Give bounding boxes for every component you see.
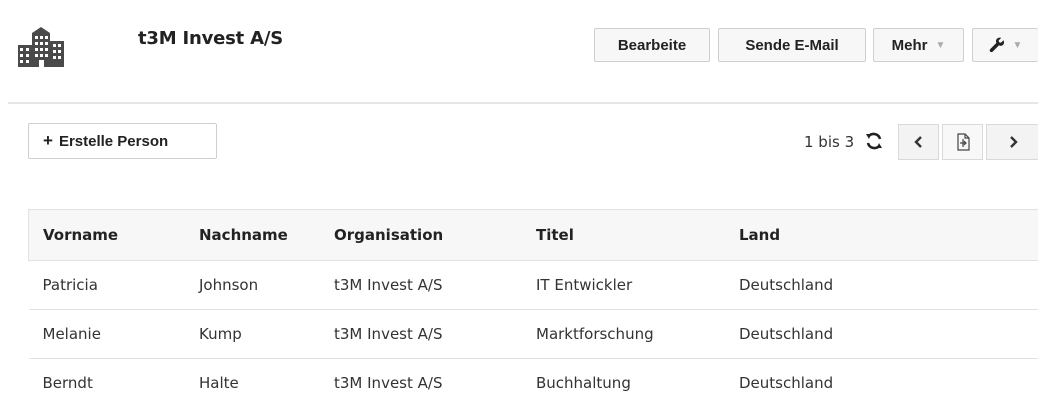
page-title: t3M Invest A/S xyxy=(138,28,283,49)
header-divider xyxy=(8,102,1038,104)
column-header-nachname[interactable]: Nachname xyxy=(185,210,320,261)
cell-nachname: Kump xyxy=(185,310,320,359)
caret-down-icon: ▼ xyxy=(1013,40,1023,51)
edit-button[interactable]: Bearbeite xyxy=(594,28,710,62)
column-header-land[interactable]: Land xyxy=(725,210,1038,261)
previous-page-button[interactable] xyxy=(898,124,939,160)
column-header-vorname[interactable]: Vorname xyxy=(29,210,186,261)
refresh-icon[interactable] xyxy=(864,131,884,151)
people-table: Vorname Nachname Organisation Titel Land… xyxy=(28,209,1038,408)
cell-land: Deutschland xyxy=(725,261,1038,310)
cell-organisation: t3M Invest A/S xyxy=(320,310,522,359)
export-icon xyxy=(955,133,971,151)
chevron-left-icon xyxy=(914,136,924,148)
send-email-button-label: Sende E-Mail xyxy=(745,37,838,54)
cell-titel: IT Entwickler xyxy=(522,261,725,310)
cell-vorname: Berndt xyxy=(29,359,186,408)
pagination-range: 1 bis 3 xyxy=(804,133,854,151)
table-header-row: Vorname Nachname Organisation Titel Land xyxy=(29,210,1038,261)
cell-vorname: Melanie xyxy=(29,310,186,359)
wrench-icon xyxy=(989,37,1005,53)
cell-land: Deutschland xyxy=(725,310,1038,359)
chevron-right-icon xyxy=(1008,136,1018,148)
edit-button-label: Bearbeite xyxy=(618,37,686,54)
table-row[interactable]: Berndt Halte t3M Invest A/S Buchhaltung … xyxy=(29,359,1038,408)
cell-vorname: Patricia xyxy=(29,261,186,310)
record-header: t3M Invest A/S Bearbeite Sende E-Mail Me… xyxy=(0,0,1038,103)
plus-icon: + xyxy=(43,131,53,151)
table-row[interactable]: Melanie Kump t3M Invest A/S Marktforschu… xyxy=(29,310,1038,359)
next-page-button[interactable] xyxy=(986,124,1038,160)
cell-land: Deutschland xyxy=(725,359,1038,408)
building-icon xyxy=(18,27,64,67)
tools-dropdown-button[interactable]: ▼ xyxy=(972,28,1038,62)
more-button-label: Mehr xyxy=(892,37,928,54)
cell-titel: Buchhaltung xyxy=(522,359,725,408)
cell-nachname: Halte xyxy=(185,359,320,408)
cell-nachname: Johnson xyxy=(185,261,320,310)
create-person-label: Erstelle Person xyxy=(59,133,168,150)
cell-titel: Marktforschung xyxy=(522,310,725,359)
caret-down-icon: ▼ xyxy=(935,40,945,51)
send-email-button[interactable]: Sende E-Mail xyxy=(718,28,866,62)
create-person-button[interactable]: + Erstelle Person xyxy=(28,123,217,159)
column-header-organisation[interactable]: Organisation xyxy=(320,210,522,261)
cell-organisation: t3M Invest A/S xyxy=(320,359,522,408)
more-dropdown-button[interactable]: Mehr ▼ xyxy=(873,28,964,62)
table-row[interactable]: Patricia Johnson t3M Invest A/S IT Entwi… xyxy=(29,261,1038,310)
export-button[interactable] xyxy=(942,124,983,160)
column-header-titel[interactable]: Titel xyxy=(522,210,725,261)
cell-organisation: t3M Invest A/S xyxy=(320,261,522,310)
